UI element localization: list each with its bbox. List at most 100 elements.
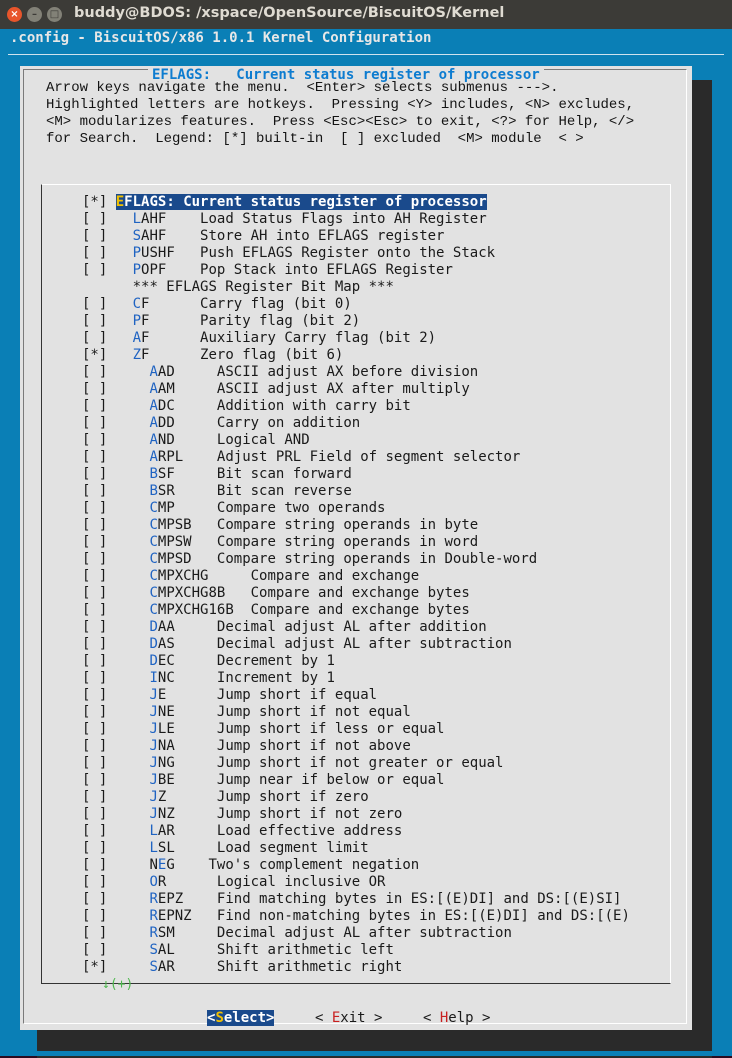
exit-button[interactable]: < Exit > <box>315 1010 382 1026</box>
menu-item-checkbox[interactable]: [ ] <box>82 874 107 890</box>
menu-item[interactable]: [ ] ADD Carry on addition <box>82 415 630 432</box>
menu-item-checkbox[interactable]: [ ] <box>82 755 107 771</box>
menu-item-checkbox[interactable]: [ ] <box>82 245 107 261</box>
menu-item-checkbox[interactable]: [ ] <box>82 840 107 856</box>
menu-item[interactable]: [ ] CMPXCHG16B Compare and exchange byte… <box>82 602 630 619</box>
select-button[interactable]: <Select> <box>207 1010 275 1026</box>
menu-item[interactable]: [ ] AAD ASCII adjust AX before division <box>82 364 630 381</box>
menu-item-checkbox[interactable]: [ ] <box>82 585 107 601</box>
menu-item[interactable]: [ ] CMPSW Compare string operands in wor… <box>82 534 630 551</box>
menu-item-checkbox[interactable]: [ ] <box>82 823 107 839</box>
menu-item[interactable]: [ ] PF Parity flag (bit 2) <box>82 313 630 330</box>
menu-item[interactable]: [ ] NEG Two's complement negation <box>82 857 630 874</box>
menu-item-checkbox[interactable]: [ ] <box>82 636 107 652</box>
menu-item-checkbox[interactable]: [ ] <box>82 908 107 924</box>
menu-item-checkbox[interactable]: [ ] <box>82 704 107 720</box>
menu-item-checkbox[interactable]: [ ] <box>82 432 107 448</box>
menu-item[interactable]: [ ] CMPXCHG8B Compare and exchange bytes <box>82 585 630 602</box>
menu-item-checkbox[interactable]: [ ] <box>82 330 107 346</box>
menu-item-checkbox[interactable]: [ ] <box>82 925 107 941</box>
menu-item[interactable]: [ ] SAHF Store AH into EFLAGS register <box>82 228 630 245</box>
menu-item[interactable]: [ ] JNE Jump short if not equal <box>82 704 630 721</box>
menu-item-checkbox[interactable]: [ ] <box>82 857 107 873</box>
menu-item-checkbox[interactable]: [ ] <box>82 602 107 618</box>
menu-item-checkbox[interactable]: [ ] <box>82 942 107 958</box>
menu-item[interactable]: [ ] CMP Compare two operands <box>82 500 630 517</box>
menu-item-checkbox[interactable]: [ ] <box>82 364 107 380</box>
menu-item[interactable]: [ ] JLE Jump short if less or equal <box>82 721 630 738</box>
maximize-icon[interactable]: □ <box>47 7 62 22</box>
menu-item[interactable]: [ ] SAL Shift arithmetic left <box>82 942 630 959</box>
menu-item[interactable]: [ ] ADC Addition with carry bit <box>82 398 630 415</box>
menu-item-checkbox[interactable] <box>82 279 107 295</box>
menu-item[interactable]: [ ] CMPSD Compare string operands in Dou… <box>82 551 630 568</box>
menu-item[interactable]: [ ] DAS Decimal adjust AL after subtract… <box>82 636 630 653</box>
menu-item-checkbox[interactable]: [ ] <box>82 670 107 686</box>
menu-item[interactable]: [ ] JNA Jump short if not above <box>82 738 630 755</box>
menu-item[interactable]: [ ] JBE Jump near if below or equal <box>82 772 630 789</box>
menu-item-checkbox[interactable]: [ ] <box>82 653 107 669</box>
menu-item[interactable]: [ ] CMPSB Compare string operands in byt… <box>82 517 630 534</box>
menu-item-checkbox[interactable]: [ ] <box>82 891 107 907</box>
menu-item-selected[interactable]: [*] EFLAGS: Current status register of p… <box>82 194 630 211</box>
menu-item-checkbox[interactable]: [ ] <box>82 398 107 414</box>
menu-item[interactable]: [ ] RSM Decimal adjust AL after subtract… <box>82 925 630 942</box>
menu-item-name: R <box>157 874 167 890</box>
menu-item-checkbox[interactable]: [ ] <box>82 806 107 822</box>
menu-item[interactable]: [ ] BSR Bit scan reverse <box>82 483 630 500</box>
menu-item-checkbox[interactable]: [ ] <box>82 415 107 431</box>
menu-item-checkbox[interactable]: [*] <box>82 347 107 363</box>
menu-item-checkbox[interactable]: [ ] <box>82 517 107 533</box>
menu-item-checkbox[interactable]: [ ] <box>82 296 107 312</box>
menu-item[interactable]: [*] ZF Zero flag (bit 6) <box>82 347 630 364</box>
menu-item-checkbox[interactable]: [ ] <box>82 619 107 635</box>
menu-item[interactable]: [ ] AF Auxiliary Carry flag (bit 2) <box>82 330 630 347</box>
help-button[interactable]: < Help > <box>423 1010 490 1026</box>
menu-item[interactable]: [ ] LAHF Load Status Flags into AH Regis… <box>82 211 630 228</box>
menu-item-checkbox[interactable]: [ ] <box>82 568 107 584</box>
menu-item-checkbox[interactable]: [ ] <box>82 449 107 465</box>
close-icon[interactable]: × <box>7 7 22 22</box>
menu-item[interactable]: [ ] JNZ Jump short if not zero <box>82 806 630 823</box>
menu-item[interactable]: [ ] DEC Decrement by 1 <box>82 653 630 670</box>
menu-item-name: SR <box>157 483 175 499</box>
menu-item[interactable]: [ ] JNG Jump short if not greater or equ… <box>82 755 630 772</box>
menu-item-checkbox[interactable]: [ ] <box>82 466 107 482</box>
menu-item[interactable]: [ ] LSL Load segment limit <box>82 840 630 857</box>
menu-item[interactable]: [ ] OR Logical inclusive OR <box>82 874 630 891</box>
menu-item-checkbox[interactable]: [ ] <box>82 483 107 499</box>
menu-item-checkbox[interactable]: [ ] <box>82 721 107 737</box>
menu-item[interactable]: [ ] POPF Pop Stack into EFLAGS Register <box>82 262 630 279</box>
menu-item-checkbox[interactable]: [ ] <box>82 772 107 788</box>
menu-item[interactable]: [ ] DAA Decimal adjust AL after addition <box>82 619 630 636</box>
menu-item[interactable]: *** EFLAGS Register Bit Map *** <box>82 279 630 296</box>
menu-item-checkbox[interactable]: [ ] <box>82 687 107 703</box>
menu-item[interactable]: [ ] PUSHF Push EFLAGS Register onto the … <box>82 245 630 262</box>
menu-item[interactable]: [ ] REPZ Find matching bytes in ES:[(E)D… <box>82 891 630 908</box>
menu-item-checkbox[interactable]: [ ] <box>82 228 107 244</box>
menu-item-checkbox[interactable]: [ ] <box>82 789 107 805</box>
minimize-icon[interactable]: – <box>27 7 42 22</box>
menu-item-checkbox[interactable]: [ ] <box>82 534 107 550</box>
menu-item[interactable]: [ ] AAM ASCII adjust AX after multiply <box>82 381 630 398</box>
menu-item[interactable]: [ ] BSF Bit scan forward <box>82 466 630 483</box>
menu-item-checkbox[interactable]: [ ] <box>82 211 107 227</box>
menu-item[interactable]: [ ] CF Carry flag (bit 0) <box>82 296 630 313</box>
menu-item-checkbox[interactable]: [ ] <box>82 381 107 397</box>
menu-item[interactable]: [ ] CMPXCHG Compare and exchange <box>82 568 630 585</box>
menu-item[interactable]: [ ] REPNZ Find non-matching bytes in ES:… <box>82 908 630 925</box>
menu-item[interactable]: [ ] ARPL Adjust PRL Field of segment sel… <box>82 449 630 466</box>
menu-item-checkbox[interactable]: [*] <box>82 194 107 210</box>
menu-item-checkbox[interactable]: [ ] <box>82 313 107 329</box>
menu-item-checkbox[interactable]: [ ] <box>82 551 107 567</box>
menu-item[interactable]: [ ] JZ Jump short if zero <box>82 789 630 806</box>
menu-item-checkbox[interactable]: [*] <box>82 959 107 975</box>
menu-item-checkbox[interactable]: [ ] <box>82 262 107 278</box>
menu-item-checkbox[interactable]: [ ] <box>82 738 107 754</box>
menu-item-checkbox[interactable]: [ ] <box>82 500 107 516</box>
menu-item[interactable]: [ ] AND Logical AND <box>82 432 630 449</box>
menu-item[interactable]: [*] SAR Shift arithmetic right <box>82 959 630 976</box>
menu-item[interactable]: [ ] LAR Load effective address <box>82 823 630 840</box>
menu-item[interactable]: [ ] INC Increment by 1 <box>82 670 630 687</box>
menu-item[interactable]: [ ] JE Jump short if equal <box>82 687 630 704</box>
